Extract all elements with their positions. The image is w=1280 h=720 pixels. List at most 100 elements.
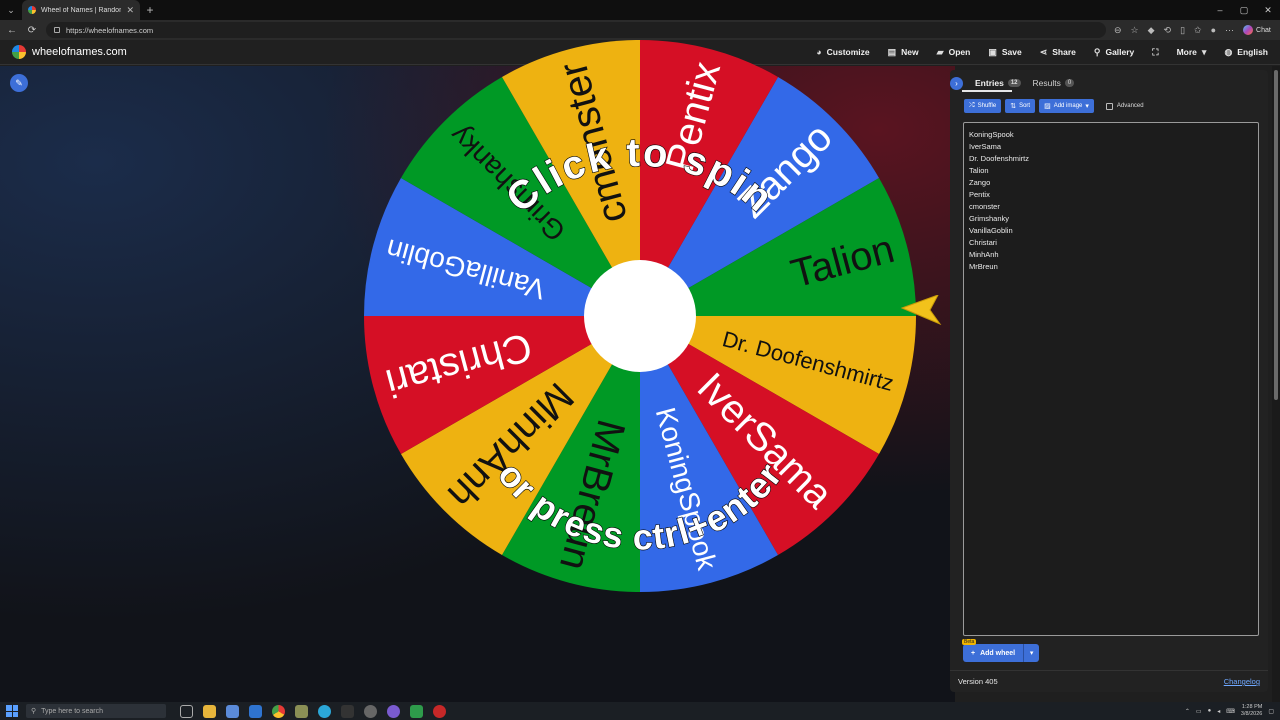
refresh-icon[interactable]: ⟳ [26, 25, 38, 36]
address-toolbar: ← ⟳ https://wheelofnames.com ⊖ ☆ ◆ ⟲ ▯ ✩… [0, 20, 1280, 40]
wheel[interactable]: Zango Talion Dr. Doofenshmirtz IverSama Koni… [362, 38, 918, 594]
image-icon: ▨ [1044, 103, 1051, 110]
settings-gear-icon[interactable] [364, 704, 377, 718]
advanced-checkbox[interactable] [1105, 102, 1113, 110]
collapse-panel-icon[interactable]: › [950, 76, 963, 90]
windows-taskbar: ⚲ Type here to search ⌃ ▭ ● ◂ ⌨ 1:28 PM … [0, 702, 1280, 720]
favorites-icon[interactable]: ✩ [1194, 25, 1202, 36]
sort-icon: ⇅ [1010, 103, 1017, 110]
back-icon[interactable]: ← [6, 25, 18, 36]
extension-icon[interactable]: ◆ [1148, 25, 1155, 36]
profile-avatar-icon[interactable]: ● [1211, 25, 1216, 35]
add-image-button[interactable]: ▨ Add image ▾ [1039, 99, 1094, 113]
close-window-icon[interactable]: ✕ [1256, 0, 1280, 20]
entries-toolbar: ⤮ Shuffle ⇅ Sort ▨ Add image ▾ Advanced [964, 99, 1144, 113]
lock-icon [54, 27, 60, 33]
version-text: Version 405 [958, 677, 998, 686]
chevron-down-icon: ▾ [1029, 650, 1034, 657]
fullscreen-icon: ⛶ [1152, 46, 1159, 57]
tab-entries[interactable]: Entries 12 [975, 78, 1021, 88]
plus-icon: + [971, 649, 976, 657]
search-icon: ⚲ [31, 708, 37, 715]
site-logo[interactable]: wheelofnames.com [12, 45, 127, 59]
notifications-icon[interactable]: ▢ [1268, 708, 1274, 715]
store-icon[interactable] [226, 704, 239, 718]
network-icon[interactable]: ▭ [1196, 708, 1202, 715]
taskbar-clock[interactable]: 1:28 PM 3/8/2026 [1241, 704, 1262, 718]
list-item: VanillaGoblin [969, 226, 1013, 235]
tab-actions-icon[interactable]: ⌄ [0, 0, 22, 20]
wheel-svg[interactable]: ZangoTalionDr. DoofenshmirtzIverSamaKoni… [362, 38, 918, 594]
list-item: Zango [969, 178, 991, 187]
menu-label: English [1237, 47, 1268, 57]
results-count-badge: 0 [1064, 79, 1075, 87]
taskbar-search[interactable]: ⚲ Type here to search [26, 704, 166, 718]
shuffle-button[interactable]: ⤮ Shuffle [964, 99, 1002, 113]
sort-label: Sort [1019, 103, 1031, 109]
list-item: cmonster [969, 202, 1000, 211]
search-icon: ⚲ [1093, 46, 1101, 57]
menu-more[interactable]: More ▾ [1177, 47, 1207, 58]
list-item: Pentix [969, 190, 990, 199]
keyboard-icon[interactable]: ⌨ [1226, 708, 1235, 715]
spreadsheet-icon[interactable] [410, 704, 423, 718]
browser-icon[interactable] [387, 704, 400, 718]
record-icon[interactable] [433, 704, 446, 718]
menu-language[interactable]: ◍ English [1224, 47, 1268, 58]
ime-icon[interactable] [341, 704, 354, 718]
add-wheel-group: Beta + Add wheel ▾ [962, 639, 1040, 662]
task-view-icon[interactable] [180, 704, 193, 718]
add-wheel-label: Add wheel [980, 649, 1016, 657]
entries-panel: › Entries 12 Results 0 ⤮ Shuffle ⇅ Sort ▨ A… [950, 70, 1268, 692]
file-explorer-icon[interactable] [203, 704, 216, 718]
entries-textarea[interactable]: KoningSpook IverSama Dr. Doofenshmirtz T… [963, 122, 1259, 636]
window-controls: – ▢ ✕ [1208, 0, 1280, 20]
menu-fullscreen[interactable]: ⛶ [1152, 47, 1158, 58]
tab-title: Wheel of Names | Random name [41, 6, 121, 14]
clock-time: 1:28 PM [1241, 704, 1263, 710]
list-item: MrBreun [969, 262, 998, 271]
browser-actions: ⊖ ☆ ◆ ⟲ ▯ ✩ ● ⋯ Chat [1114, 25, 1271, 36]
edit-pencil-icon[interactable]: ✎ [10, 74, 28, 92]
menu-share[interactable]: ⋖ Share [1040, 47, 1076, 58]
advanced-toggle[interactable]: Advanced [1105, 102, 1144, 110]
sort-button[interactable]: ⇅ Sort [1005, 99, 1036, 113]
add-wheel-dropdown[interactable]: ▾ [1023, 644, 1040, 662]
split-screen-icon[interactable]: ▯ [1180, 25, 1185, 36]
volume-icon[interactable]: ◂ [1217, 708, 1220, 715]
shuffle-label: Shuffle [977, 103, 997, 109]
menu-open[interactable]: ▰ Open [937, 47, 971, 58]
new-tab-icon[interactable]: + [140, 3, 160, 17]
wheel-logo-icon [12, 45, 26, 59]
minimize-icon[interactable]: – [1208, 0, 1232, 20]
mic-icon[interactable]: ● [1208, 708, 1212, 714]
tray-chevron-icon[interactable]: ⌃ [1185, 708, 1190, 715]
maximize-icon[interactable]: ▢ [1232, 0, 1256, 20]
reader-icon[interactable]: ⊖ [1114, 25, 1122, 36]
chat-button[interactable]: Chat [1243, 25, 1271, 35]
active-tab-indicator [962, 90, 1012, 92]
page-scrollbar[interactable] [1272, 66, 1280, 702]
scrollbar-thumb[interactable] [1274, 70, 1278, 400]
menu-save[interactable]: ▣ Save [988, 47, 1021, 58]
favorite-star-icon[interactable]: ☆ [1131, 25, 1139, 36]
more-options-icon[interactable]: ⋯ [1225, 25, 1234, 36]
chrome-icon[interactable] [272, 704, 285, 718]
tab-results[interactable]: Results 0 [1033, 78, 1075, 88]
browser-tab-bar: ⌄ Wheel of Names | Random name ✕ + – ▢ ✕ [0, 0, 1280, 20]
url-field[interactable]: https://wheelofnames.com [46, 22, 1106, 38]
advanced-label: Advanced [1116, 103, 1144, 109]
menu-gallery[interactable]: ⚲ Gallery [1094, 47, 1134, 58]
changelog-link[interactable]: Changelog [1224, 677, 1260, 686]
mail-icon[interactable] [249, 704, 262, 718]
menu-label: Gallery [1105, 47, 1135, 57]
close-tab-icon[interactable]: ✕ [126, 5, 134, 16]
browser-tab[interactable]: Wheel of Names | Random name ✕ [22, 0, 140, 20]
app-icon[interactable] [295, 704, 308, 718]
add-wheel-button[interactable]: + Add wheel [963, 644, 1024, 662]
windows-start-icon[interactable] [6, 705, 18, 717]
wheel-center[interactable] [584, 260, 696, 372]
edge-icon[interactable] [318, 704, 331, 718]
refresh-ext-icon[interactable]: ⟲ [1164, 25, 1172, 36]
list-item: Talion [969, 166, 989, 175]
